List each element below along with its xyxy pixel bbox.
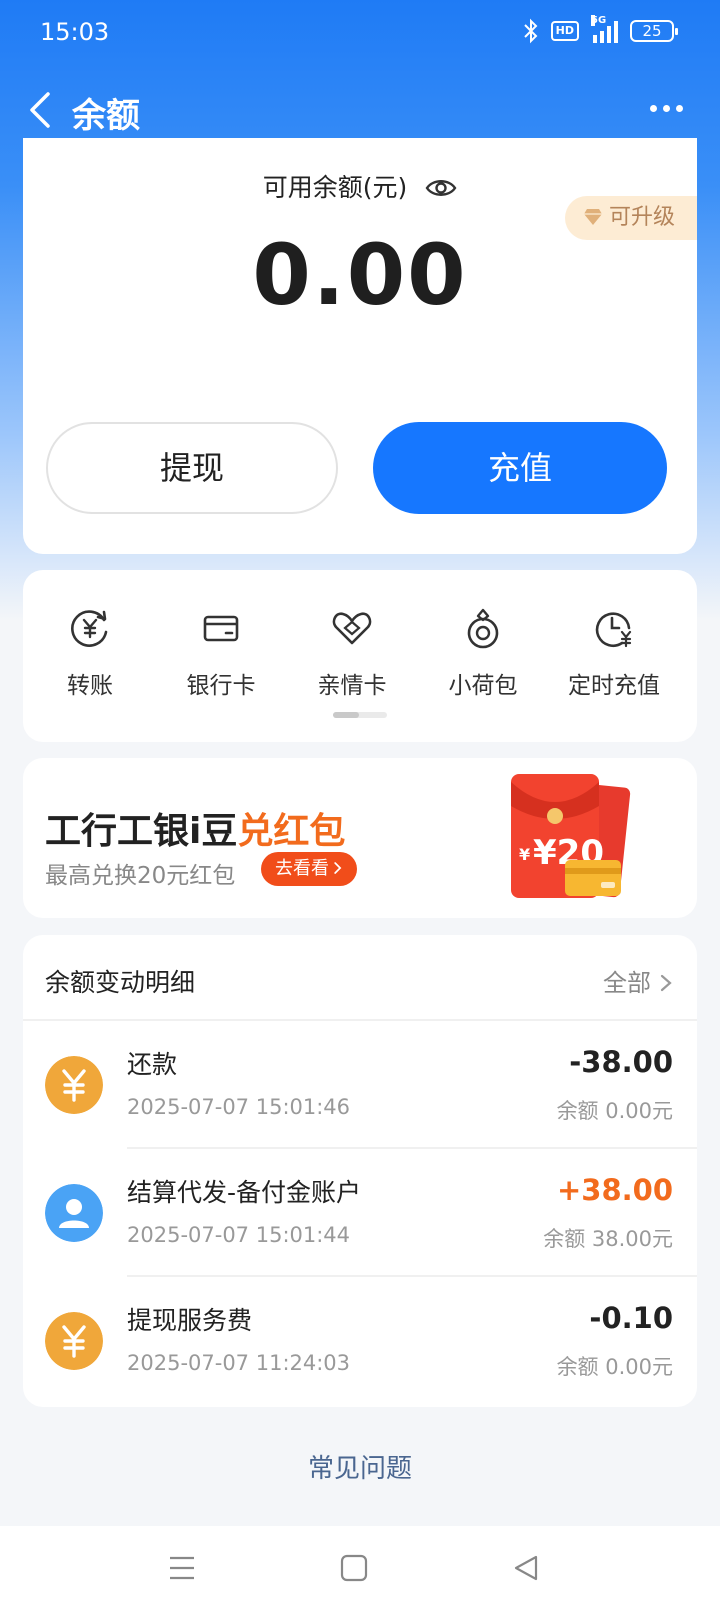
transaction-name: 还款 bbox=[127, 1050, 178, 1079]
promo-go-button[interactable]: 去看看 bbox=[261, 852, 357, 886]
transaction-amount: -38.00 bbox=[569, 1045, 673, 1079]
withdraw-button[interactable]: 提现 bbox=[46, 422, 338, 514]
status-time: 15:03 bbox=[40, 18, 110, 46]
chevron-right-icon bbox=[334, 862, 342, 874]
faq-link[interactable]: 常见问题 bbox=[0, 1448, 720, 1485]
balance-label: 可用余额(元) bbox=[262, 173, 408, 202]
transaction-amount: +38.00 bbox=[556, 1173, 673, 1207]
transaction-name: 提现服务费 bbox=[127, 1306, 253, 1335]
transaction-balance: 余额 0.00元 bbox=[556, 1099, 673, 1123]
transfer-icon bbox=[71, 610, 108, 647]
battery-icon: 25 bbox=[630, 20, 678, 42]
yuan-icon bbox=[45, 1056, 103, 1114]
transaction-row[interactable]: 结算代发-备付金账户 2025-07-07 15:01:44 +38.00 余额… bbox=[23, 1149, 697, 1277]
quick-action-label: 亲情卡 bbox=[317, 673, 387, 699]
signal-icon: 5G bbox=[591, 15, 618, 43]
quick-action-transfer[interactable]: 转账 bbox=[23, 606, 157, 700]
hd-icon: HD bbox=[550, 21, 579, 41]
quick-action-bank-card[interactable]: 银行卡 bbox=[154, 606, 288, 700]
bank-card-icon bbox=[203, 615, 239, 642]
page-indicator bbox=[333, 712, 387, 718]
promo-title: 工行工银i豆兑红包 bbox=[45, 802, 345, 854]
status-bar: 15:03 HD 5G 25 bbox=[0, 0, 720, 64]
quick-action-label: 定时充值 bbox=[568, 673, 660, 699]
transaction-amount: -0.10 bbox=[589, 1301, 673, 1335]
promo-go-label: 去看看 bbox=[275, 858, 329, 879]
promo-title-main: 工行工银i豆 bbox=[45, 811, 238, 852]
transaction-time: 2025-07-07 15:01:44 bbox=[127, 1223, 351, 1247]
view-all-link[interactable]: 全部 bbox=[603, 963, 673, 998]
transaction-balance: 余额 0.00元 bbox=[556, 1355, 673, 1379]
svg-text:¥: ¥ bbox=[519, 845, 530, 864]
balance-detail-card: 余额变动明细 全部 还款 2025-07-07 15:01:46 -38.00 … bbox=[23, 935, 697, 1407]
quick-action-label: 小荷包 bbox=[448, 673, 518, 699]
transaction-time: 2025-07-07 11:24:03 bbox=[127, 1351, 351, 1375]
pouch-icon bbox=[467, 608, 499, 649]
yuan-icon bbox=[45, 1312, 103, 1370]
red-envelope-icon: ¥ ¥20 bbox=[511, 774, 631, 898]
family-card-icon bbox=[332, 612, 372, 645]
quick-actions-card: 转账 银行卡 亲情卡 小荷包 定时充值 bbox=[23, 570, 697, 742]
home-icon[interactable] bbox=[340, 1554, 368, 1582]
recharge-button[interactable]: 充值 bbox=[373, 422, 667, 514]
promo-subtitle: 最高兑换20元红包 bbox=[45, 863, 236, 889]
transaction-time: 2025-07-07 15:01:46 bbox=[127, 1095, 351, 1119]
chevron-right-icon bbox=[660, 974, 672, 992]
bluetooth-icon bbox=[523, 18, 538, 44]
transaction-balance: 余额 38.00元 bbox=[543, 1227, 673, 1251]
status-icons: HD 5G 25 bbox=[523, 15, 678, 44]
scheduled-recharge-icon bbox=[595, 612, 632, 648]
more-icon[interactable] bbox=[650, 96, 690, 120]
transaction-name: 结算代发-备付金账户 bbox=[127, 1178, 362, 1207]
network-type: 5G bbox=[591, 15, 607, 26]
diamond-icon bbox=[584, 209, 602, 225]
promo-title-highlight: 兑红包 bbox=[237, 811, 346, 852]
quick-action-label: 银行卡 bbox=[186, 673, 256, 699]
transaction-row[interactable]: 还款 2025-07-07 15:01:46 -38.00 余额 0.00元 bbox=[23, 1021, 697, 1149]
balance-amount: 0.00 bbox=[252, 226, 468, 324]
quick-action-label: 转账 bbox=[67, 673, 113, 699]
back-triangle-icon[interactable] bbox=[512, 1554, 540, 1582]
back-icon[interactable] bbox=[24, 90, 64, 130]
view-all-label: 全部 bbox=[603, 969, 651, 997]
promo-card[interactable]: 工行工银i豆兑红包 最高兑换20元红包 去看看 ¥ ¥20 bbox=[23, 758, 697, 918]
system-nav-bar bbox=[0, 1526, 720, 1612]
user-icon bbox=[45, 1184, 103, 1242]
battery-level: 25 bbox=[642, 22, 662, 40]
balance-card: 可用余额(元) 可升级 0.00 提现 充值 bbox=[23, 138, 697, 554]
eye-icon[interactable] bbox=[425, 177, 457, 199]
menu-icon[interactable] bbox=[168, 1554, 196, 1582]
nav-bar: 余额 bbox=[0, 72, 720, 148]
detail-title: 余额变动明细 bbox=[45, 968, 196, 997]
quick-action-scheduled-recharge[interactable]: 定时充值 bbox=[547, 606, 681, 700]
quick-action-family-card[interactable]: 亲情卡 bbox=[285, 606, 419, 700]
transaction-row[interactable]: 提现服务费 2025-07-07 11:24:03 -0.10 余额 0.00元 bbox=[23, 1277, 697, 1405]
detail-header: 余额变动明细 全部 bbox=[23, 935, 697, 1021]
page-title: 余额 bbox=[72, 96, 140, 136]
quick-action-pouch[interactable]: 小荷包 bbox=[416, 606, 550, 700]
